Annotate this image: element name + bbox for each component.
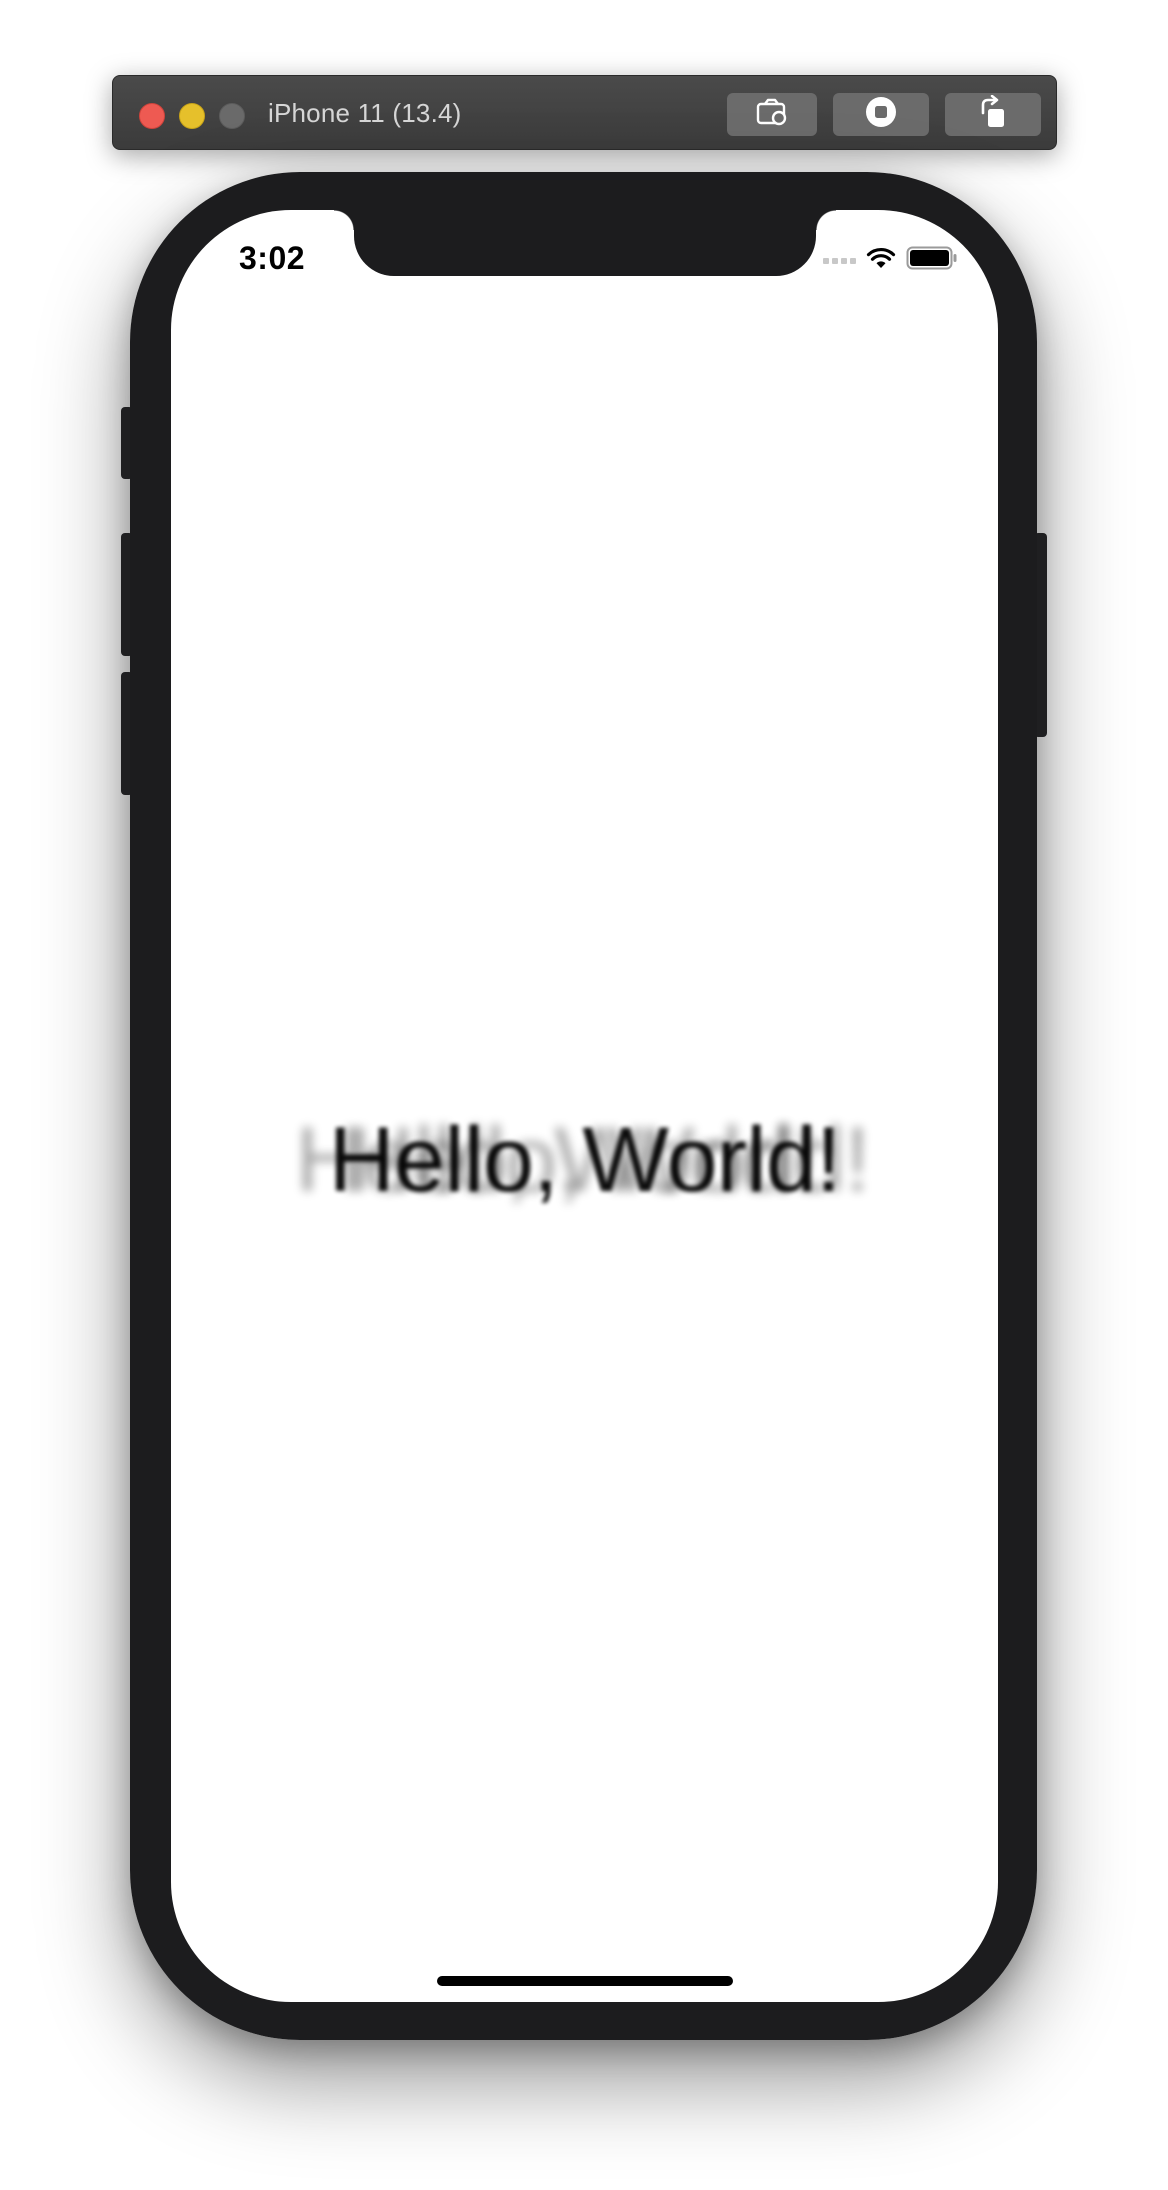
simulator-window: iPhone 11 (13.4) 3:02 Hello, World! Hell… (0, 0, 1168, 2190)
simulator-title: iPhone 11 (13.4) (268, 98, 462, 128)
wifi-icon (866, 247, 896, 274)
status-time: 3:02 (239, 240, 306, 276)
notch (334, 210, 836, 276)
screenshot-button[interactable] (727, 93, 817, 136)
camera-icon (755, 97, 789, 132)
status-icons (823, 246, 958, 275)
rotate-button[interactable] (945, 93, 1041, 136)
hello-world-label: Hello, World! (328, 1109, 842, 1211)
cellular-signal-icon (823, 257, 856, 264)
home-button[interactable] (833, 93, 929, 136)
simulator-titlebar: iPhone 11 (13.4) (112, 75, 1057, 150)
window-minimize-button[interactable] (179, 103, 205, 129)
phone-screen[interactable]: 3:02 Hello, World! Hello, World! Hello, … (171, 210, 998, 2002)
window-close-button[interactable] (139, 103, 165, 129)
window-zoom-button[interactable] (219, 103, 245, 129)
home-icon (864, 95, 898, 134)
hello-world-text: Hello, World! Hello, World! Hello, World… (171, 1105, 998, 1215)
battery-icon (906, 246, 958, 275)
home-indicator[interactable] (437, 1976, 733, 1986)
rotate-icon (977, 94, 1009, 134)
